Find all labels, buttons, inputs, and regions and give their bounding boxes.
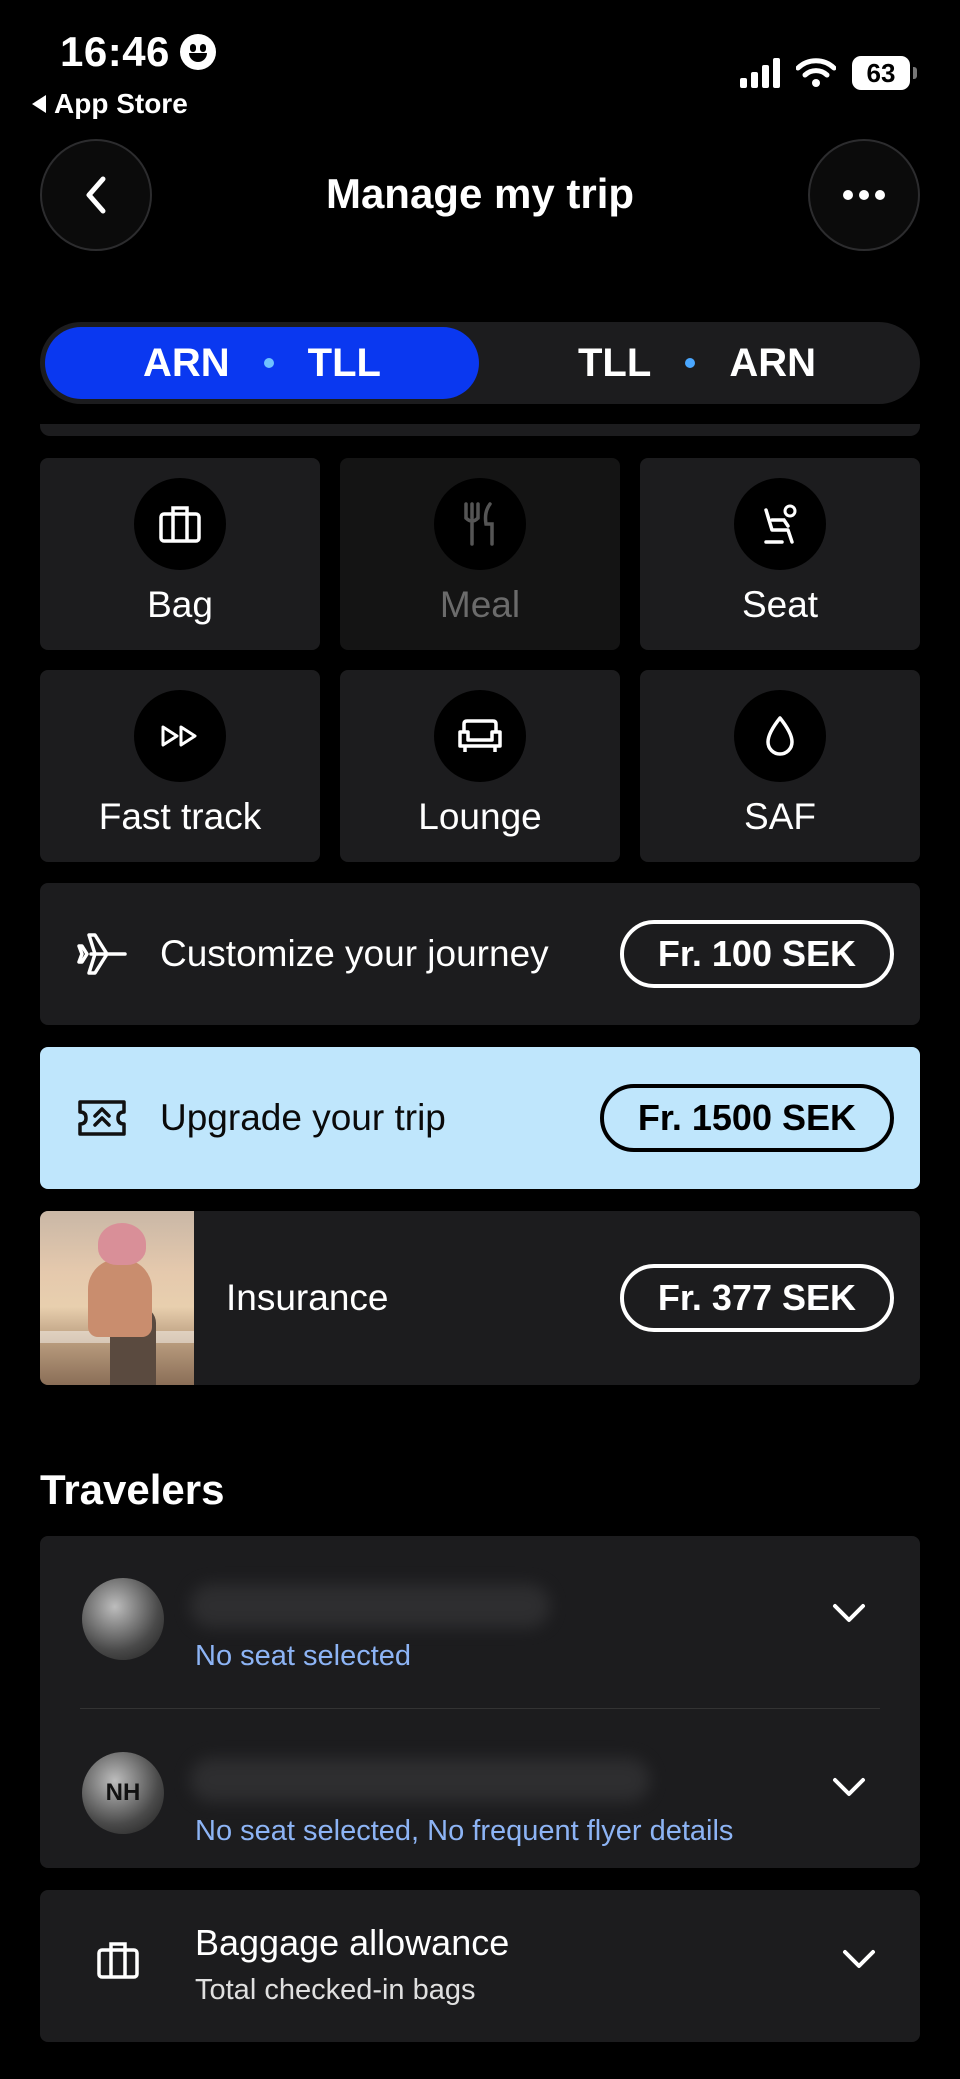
service-label: Lounge bbox=[418, 796, 542, 837]
sofa-icon bbox=[434, 690, 526, 782]
drop-icon bbox=[734, 690, 826, 782]
service-label: Meal bbox=[439, 584, 521, 625]
customize-label: Customize your journey bbox=[160, 933, 549, 974]
traveler-status: No seat selected, No frequent flyer deta… bbox=[195, 1815, 734, 1847]
smiley-icon bbox=[179, 34, 216, 70]
battery-icon: 63 bbox=[852, 56, 917, 90]
wifi-icon bbox=[796, 58, 836, 87]
upgrade-label: Upgrade your trip bbox=[160, 1097, 446, 1138]
tab-from: ARN bbox=[143, 340, 230, 385]
more-options-button[interactable] bbox=[808, 139, 920, 251]
traveler-status: No seat selected bbox=[195, 1640, 412, 1672]
service-label: SAF bbox=[744, 796, 816, 837]
tab-arn-tll[interactable]: ARN TLL bbox=[45, 327, 479, 399]
tab-to: ARN bbox=[729, 340, 816, 385]
insurance-label: Insurance bbox=[226, 1277, 389, 1318]
chevron-down-icon[interactable] bbox=[832, 1602, 866, 1624]
traveler-row[interactable]: No seat selected bbox=[40, 1536, 920, 1696]
avatar-initials: NH bbox=[105, 1779, 141, 1806]
route-segmented-control: ARN TLL TLL ARN bbox=[40, 322, 920, 404]
suitcase-icon bbox=[134, 478, 226, 570]
back-to-app-link[interactable]: App Store bbox=[32, 88, 188, 120]
service-tile-fast-track[interactable]: Fast track bbox=[40, 670, 320, 862]
upgrade-ticket-icon bbox=[74, 1098, 130, 1138]
seat-icon bbox=[734, 478, 826, 570]
ellipsis-icon bbox=[843, 190, 885, 200]
separator-dot-icon bbox=[263, 358, 274, 368]
chevron-down-icon[interactable] bbox=[842, 1948, 876, 1970]
tab-from: TLL bbox=[578, 340, 652, 385]
service-tile-saf[interactable]: SAF bbox=[640, 670, 920, 862]
cellular-signal-icon bbox=[740, 58, 780, 88]
fast-forward-icon bbox=[134, 690, 226, 782]
cutlery-icon bbox=[434, 478, 526, 570]
service-label: Fast track bbox=[98, 796, 262, 837]
redacted-name bbox=[190, 1758, 650, 1802]
travelers-card: No seat selected NH No seat selected, No… bbox=[40, 1536, 920, 1868]
clock-text: 16:46 bbox=[60, 28, 170, 75]
insurance-photo bbox=[40, 1211, 194, 1385]
tab-tll-arn[interactable]: TLL ARN bbox=[480, 327, 914, 399]
airplane-icon bbox=[74, 931, 130, 977]
insurance-row[interactable]: Insurance Fr. 377 SEK bbox=[40, 1211, 920, 1385]
service-tile-lounge[interactable]: Lounge bbox=[340, 670, 620, 862]
baggage-subtitle: Total checked-in bags bbox=[195, 1974, 476, 2006]
service-tile-bag[interactable]: Bag bbox=[40, 458, 320, 650]
traveler-row[interactable]: NH No seat selected, No frequent flyer d… bbox=[40, 1708, 920, 1868]
back-triangle-icon bbox=[32, 95, 46, 113]
collapsed-card-edge bbox=[40, 424, 920, 436]
baggage-title: Baggage allowance bbox=[195, 1922, 510, 1963]
service-tile-seat[interactable]: Seat bbox=[640, 458, 920, 650]
service-label: Seat bbox=[741, 584, 819, 625]
service-label: Bag bbox=[147, 584, 213, 625]
upgrade-price-button[interactable]: Fr. 1500 SEK bbox=[599, 1084, 894, 1152]
customize-price-button[interactable]: Fr. 100 SEK bbox=[619, 920, 894, 988]
avatar bbox=[82, 1578, 164, 1660]
status-indicators: 63 bbox=[740, 56, 917, 90]
chevron-down-icon[interactable] bbox=[832, 1776, 866, 1798]
baggage-allowance-row[interactable]: Baggage allowance Total checked-in bags bbox=[40, 1890, 920, 2042]
avatar: NH bbox=[82, 1752, 164, 1834]
tab-to: TLL bbox=[307, 340, 381, 385]
customize-journey-row[interactable]: Customize your journey Fr. 100 SEK bbox=[40, 883, 920, 1025]
redacted-name bbox=[190, 1584, 550, 1628]
battery-level: 63 bbox=[866, 57, 896, 88]
separator-dot-icon bbox=[685, 358, 696, 368]
travelers-heading: Travelers bbox=[40, 1466, 225, 1513]
insurance-price-button[interactable]: Fr. 377 SEK bbox=[619, 1264, 894, 1332]
service-tile-meal[interactable]: Meal bbox=[340, 458, 620, 650]
upgrade-trip-row[interactable]: Upgrade your trip Fr. 1500 SEK bbox=[40, 1047, 920, 1189]
back-app-label: App Store bbox=[54, 88, 188, 119]
status-time: 16:46 bbox=[60, 28, 216, 76]
suitcase-icon bbox=[97, 1942, 139, 1979]
